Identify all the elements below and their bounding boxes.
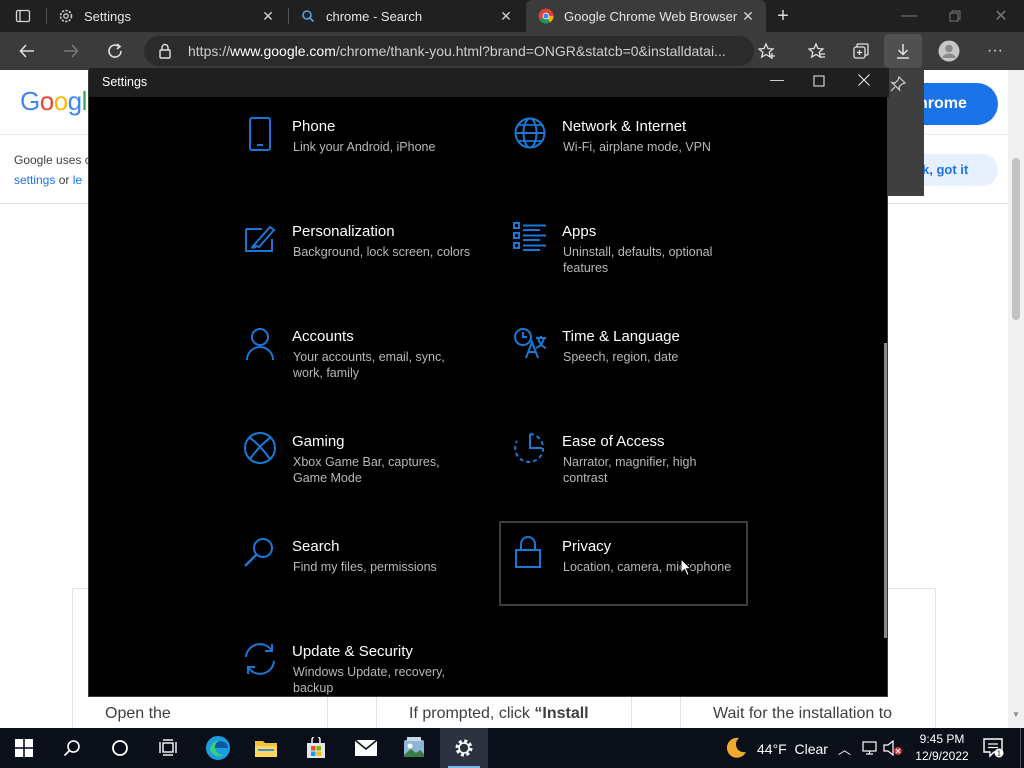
profile-avatar-icon[interactable] [936,38,962,64]
network-icon[interactable] [862,740,880,761]
weather-text[interactable]: 44°F Clear [757,741,828,757]
tab-title: Google Chrome Web Browser [564,8,738,24]
settings-item-personalization[interactable]: Personalization Background, lock screen,… [242,221,492,305]
tab-bar: Settings ✕ chrome - Search ✕ Google Chro… [0,0,1024,32]
url-text: https://www.google.com/chrome/thank-you.… [188,43,726,59]
globe-icon [512,116,548,152]
settings-item-update-security[interactable]: Update & Security Windows Update, recove… [242,641,492,725]
settings-item-phone[interactable]: Phone Link your Android, iPhone [242,116,492,200]
tab-chrome-search[interactable]: chrome - Search ✕ [288,0,524,32]
settings-icon[interactable] [440,728,488,768]
pin-icon[interactable] [890,75,907,97]
photos-icon[interactable] [390,728,438,768]
add-favorite-icon[interactable] [757,42,776,65]
settings-item-privacy[interactable]: Privacy Location, camera, microphone [512,536,762,620]
page-scrollbar[interactable]: ▼ [1008,70,1024,728]
date-text: 12/9/2022 [915,749,969,763]
settings-window: Settings — Phone Link your Android, iPho… [88,67,889,697]
restore-icon[interactable] [942,3,968,29]
edge-icon[interactable] [194,728,242,768]
settings-scrollbar-thumb[interactable] [884,343,887,638]
cookie-links: settings or le [14,173,83,187]
start-icon[interactable] [0,728,48,768]
sync-icon [242,641,278,677]
chevron-up-icon[interactable]: ︿ [838,739,851,758]
settings-item-ease-of-access[interactable]: Ease of Access Narrator, magnifier, high… [512,431,762,515]
downloads-icon[interactable] [884,34,922,68]
address-bar[interactable]: https://www.google.com/chrome/thank-you.… [144,36,775,66]
close-window-icon[interactable]: ✕ [988,3,1014,29]
search-icon [242,536,278,572]
task-view-icon[interactable] [144,728,192,768]
time-language-icon [512,326,548,362]
file-explorer-icon[interactable] [242,728,290,768]
chrome-logo-icon [538,8,554,24]
close-icon[interactable] [857,73,871,92]
scrollbar-thumb[interactable] [1012,158,1020,320]
collections-icon[interactable] [848,38,874,64]
settings-item-accounts[interactable]: Accounts Your accounts, email, sync, wor… [242,326,492,410]
tab-settings[interactable]: Settings ✕ [46,0,286,32]
personalization-icon [242,221,278,257]
download-panel [888,70,924,196]
notifications-icon[interactable]: 1 [982,737,1004,764]
navigation-bar: https://www.google.com/chrome/thank-you.… [0,32,1024,70]
lock-icon [512,536,548,572]
lock-icon[interactable] [158,43,172,64]
gear-icon [58,8,74,24]
favorites-icon[interactable] [804,38,830,64]
google-logo[interactable]: Googl [20,86,87,117]
window-title: Settings [102,75,148,89]
tab-actions-icon[interactable] [10,3,36,29]
show-desktop-button[interactable] [1020,728,1024,768]
maximize-icon[interactable] [813,74,825,92]
time-text: 9:45 PM [919,732,965,746]
forward-icon[interactable] [58,38,84,64]
close-tab-icon[interactable]: ✕ [498,8,514,24]
settings-item-time-language[interactable]: Time & Language Speech, region, date [512,326,762,410]
tab-title: Settings [84,8,131,24]
store-icon[interactable] [292,728,340,768]
mouse-cursor-icon [680,557,693,582]
tab-title: chrome - Search [326,8,423,24]
taskbar: 44°F Clear ︿ 9:45 PM 12/9/2022 1 [0,728,1024,768]
cookie-notice-text: Google uses c [14,153,91,167]
minimize-icon[interactable]: — [896,3,922,29]
person-icon [242,326,278,362]
settings-item-search[interactable]: Search Find my files, permissions [242,536,492,620]
settings-item-apps[interactable]: Apps Uninstall, defaults, optional featu… [512,221,762,305]
weather-moon-icon[interactable] [724,736,748,765]
settings-link[interactable]: settings [14,173,55,187]
more-menu-icon[interactable]: ··· [982,38,1008,64]
phone-icon [242,116,278,152]
close-tab-icon[interactable]: ✕ [260,8,276,24]
cortana-icon[interactable] [96,728,144,768]
apps-list-icon [512,221,548,257]
close-tab-icon[interactable]: ✕ [740,8,756,24]
svg-text:1: 1 [997,751,1001,758]
settings-item-gaming[interactable]: Gaming Xbox Game Bar, captures, Game Mod… [242,431,492,515]
back-icon[interactable] [14,38,40,64]
clock[interactable]: 9:45 PM 12/9/2022 [912,731,972,765]
search-icon[interactable] [48,728,96,768]
minimize-icon[interactable]: — [767,71,787,93]
tab-google-chrome[interactable]: Google Chrome Web Browser ✕ [526,0,766,32]
search-icon [300,8,316,24]
ease-of-access-icon [512,431,548,467]
scroll-down-icon[interactable]: ▼ [1012,710,1020,719]
refresh-icon[interactable] [102,38,128,64]
xbox-icon [242,431,278,467]
new-tab-icon[interactable]: + [770,3,796,29]
volume-muted-icon[interactable] [883,739,903,761]
settings-item-network[interactable]: Network & Internet Wi-Fi, airplane mode,… [512,116,762,200]
settings-title-bar[interactable]: Settings — [89,68,889,97]
learn-more-link[interactable]: le [73,173,82,187]
mail-icon[interactable] [342,728,390,768]
